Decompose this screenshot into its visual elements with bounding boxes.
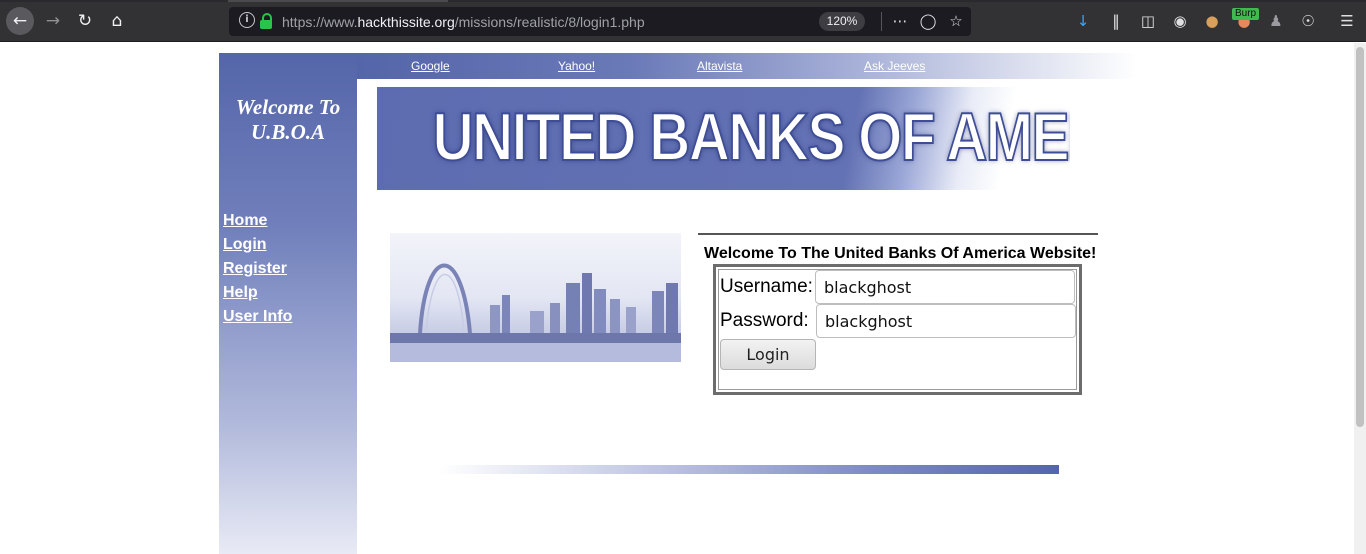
vertical-scrollbar[interactable] <box>1354 43 1366 554</box>
nav-link-help[interactable]: Help <box>223 281 292 305</box>
active-tab-indicator <box>228 0 448 2</box>
back-arrow-icon[interactable]: ← <box>6 7 34 35</box>
home-icon[interactable]: ⌂ <box>103 7 131 35</box>
address-bar[interactable]: i https://www.hackthissite.org/missions/… <box>229 7 971 36</box>
info-icon[interactable]: i <box>239 12 255 28</box>
top-link-yahoo[interactable]: Yahoo! <box>558 59 595 73</box>
username-field[interactable] <box>815 270 1075 304</box>
library-icon[interactable]: ‖ <box>1105 10 1127 32</box>
star-icon[interactable]: ☆ <box>945 10 967 32</box>
nav-link-user-info[interactable]: User Info <box>223 305 292 329</box>
scrollbar-thumb[interactable] <box>1356 47 1364 427</box>
panel-title: Welcome To The United Banks Of America W… <box>704 245 1097 262</box>
skyline-illustration <box>390 263 681 362</box>
url-text[interactable]: https://www.hackthissite.org/missions/re… <box>282 14 645 30</box>
password-label: Password: <box>720 310 809 331</box>
nav-link-login[interactable]: Login <box>223 233 292 257</box>
banner-title: UNITED BANKS OF AMERICA <box>432 98 1070 176</box>
password-field[interactable] <box>816 304 1076 338</box>
username-label: Username: <box>720 276 813 297</box>
side-nav: Home Login Register Help User Info <box>223 209 292 329</box>
welcome-heading: Welcome To U.B.O.A <box>235 95 341 144</box>
cookie-icon[interactable]: ● <box>1201 10 1223 32</box>
login-button[interactable]: Login <box>720 339 816 370</box>
top-links-bar: Google Yahoo! Altavista Ask Jeeves <box>357 53 1137 79</box>
tab-strip <box>0 0 1366 2</box>
burp-badge: Burp <box>1232 8 1260 20</box>
bank-banner: UNITED BANKS OF AMERICA <box>377 87 1070 190</box>
download-icon[interactable]: ↓ <box>1072 10 1094 32</box>
nav-link-register[interactable]: Register <box>223 257 292 281</box>
panel-divider <box>698 233 1098 235</box>
url-divider <box>881 12 882 31</box>
hamburger-menu-icon[interactable]: ☰ <box>1336 10 1358 32</box>
top-link-google[interactable]: Google <box>411 59 450 73</box>
lock-icon[interactable] <box>260 13 272 29</box>
city-skyline-image <box>390 233 681 362</box>
forward-arrow-icon[interactable]: → <box>39 7 67 35</box>
reload-icon[interactable]: ↻ <box>71 7 99 35</box>
sidebar: Welcome To U.B.O.A Home Login Register H… <box>219 53 357 554</box>
more-icon[interactable]: ⋯ <box>889 10 911 32</box>
footer-gradient-bar <box>440 465 1059 474</box>
globe-icon[interactable]: ☉ <box>1297 10 1319 32</box>
account-icon[interactable]: ◉ <box>1169 10 1191 32</box>
top-link-ask-jeeves[interactable]: Ask Jeeves <box>864 59 925 73</box>
zoom-level-badge[interactable]: 120% <box>819 12 865 31</box>
privacy-icon[interactable]: ♟ <box>1265 10 1287 32</box>
top-link-altavista[interactable]: Altavista <box>697 59 742 73</box>
browser-toolbar: ← → ↻ ⌂ i https://www.hackthissite.org/m… <box>0 0 1366 42</box>
nav-link-home[interactable]: Home <box>223 209 292 233</box>
pocket-icon[interactable]: ◯ <box>917 10 939 32</box>
sidebar-icon[interactable]: ◫ <box>1137 10 1159 32</box>
